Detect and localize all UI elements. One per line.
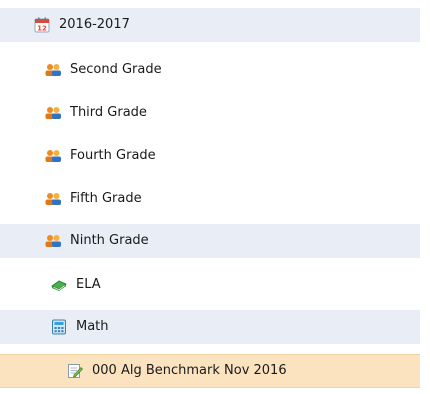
tree-view: 12 2016-2017 Second Grade Third Grade Fo… bbox=[0, 0, 430, 394]
tree-node-year[interactable]: 12 2016-2017 bbox=[0, 8, 420, 42]
users-icon bbox=[44, 147, 62, 165]
users-icon bbox=[44, 232, 62, 250]
tree-node-assessment[interactable]: 000 Alg Benchmark Nov 2016 bbox=[0, 354, 420, 388]
users-icon bbox=[44, 61, 62, 79]
tree-node-grade[interactable]: Ninth Grade bbox=[0, 224, 420, 258]
tree-node-label: Math bbox=[76, 319, 109, 334]
tree-node-grade[interactable]: Third Grade bbox=[0, 96, 420, 130]
tree-node-label: 000 Alg Benchmark Nov 2016 bbox=[92, 363, 287, 378]
tree-node-grade[interactable]: Fifth Grade bbox=[0, 182, 420, 216]
users-icon bbox=[44, 104, 62, 122]
users-icon bbox=[44, 190, 62, 208]
tree-node-subject[interactable]: ELA bbox=[0, 268, 420, 302]
tree-node-label: Fourth Grade bbox=[70, 148, 156, 163]
tree-node-label: Third Grade bbox=[70, 105, 147, 120]
edit-document-icon bbox=[66, 362, 84, 380]
tree-node-label: Ninth Grade bbox=[70, 233, 149, 248]
tree-node-label: 2016-2017 bbox=[59, 17, 130, 32]
tree-node-grade[interactable]: Second Grade bbox=[0, 53, 420, 87]
calendar-icon: 12 bbox=[33, 16, 51, 34]
tree-node-label: Fifth Grade bbox=[70, 191, 142, 206]
svg-text:12: 12 bbox=[37, 25, 47, 33]
calculator-icon bbox=[50, 318, 68, 336]
book-icon bbox=[50, 276, 68, 294]
tree-node-label: Second Grade bbox=[70, 62, 162, 77]
tree-node-grade[interactable]: Fourth Grade bbox=[0, 139, 420, 173]
tree-node-subject[interactable]: Math bbox=[0, 310, 420, 344]
tree-node-label: ELA bbox=[76, 277, 101, 292]
